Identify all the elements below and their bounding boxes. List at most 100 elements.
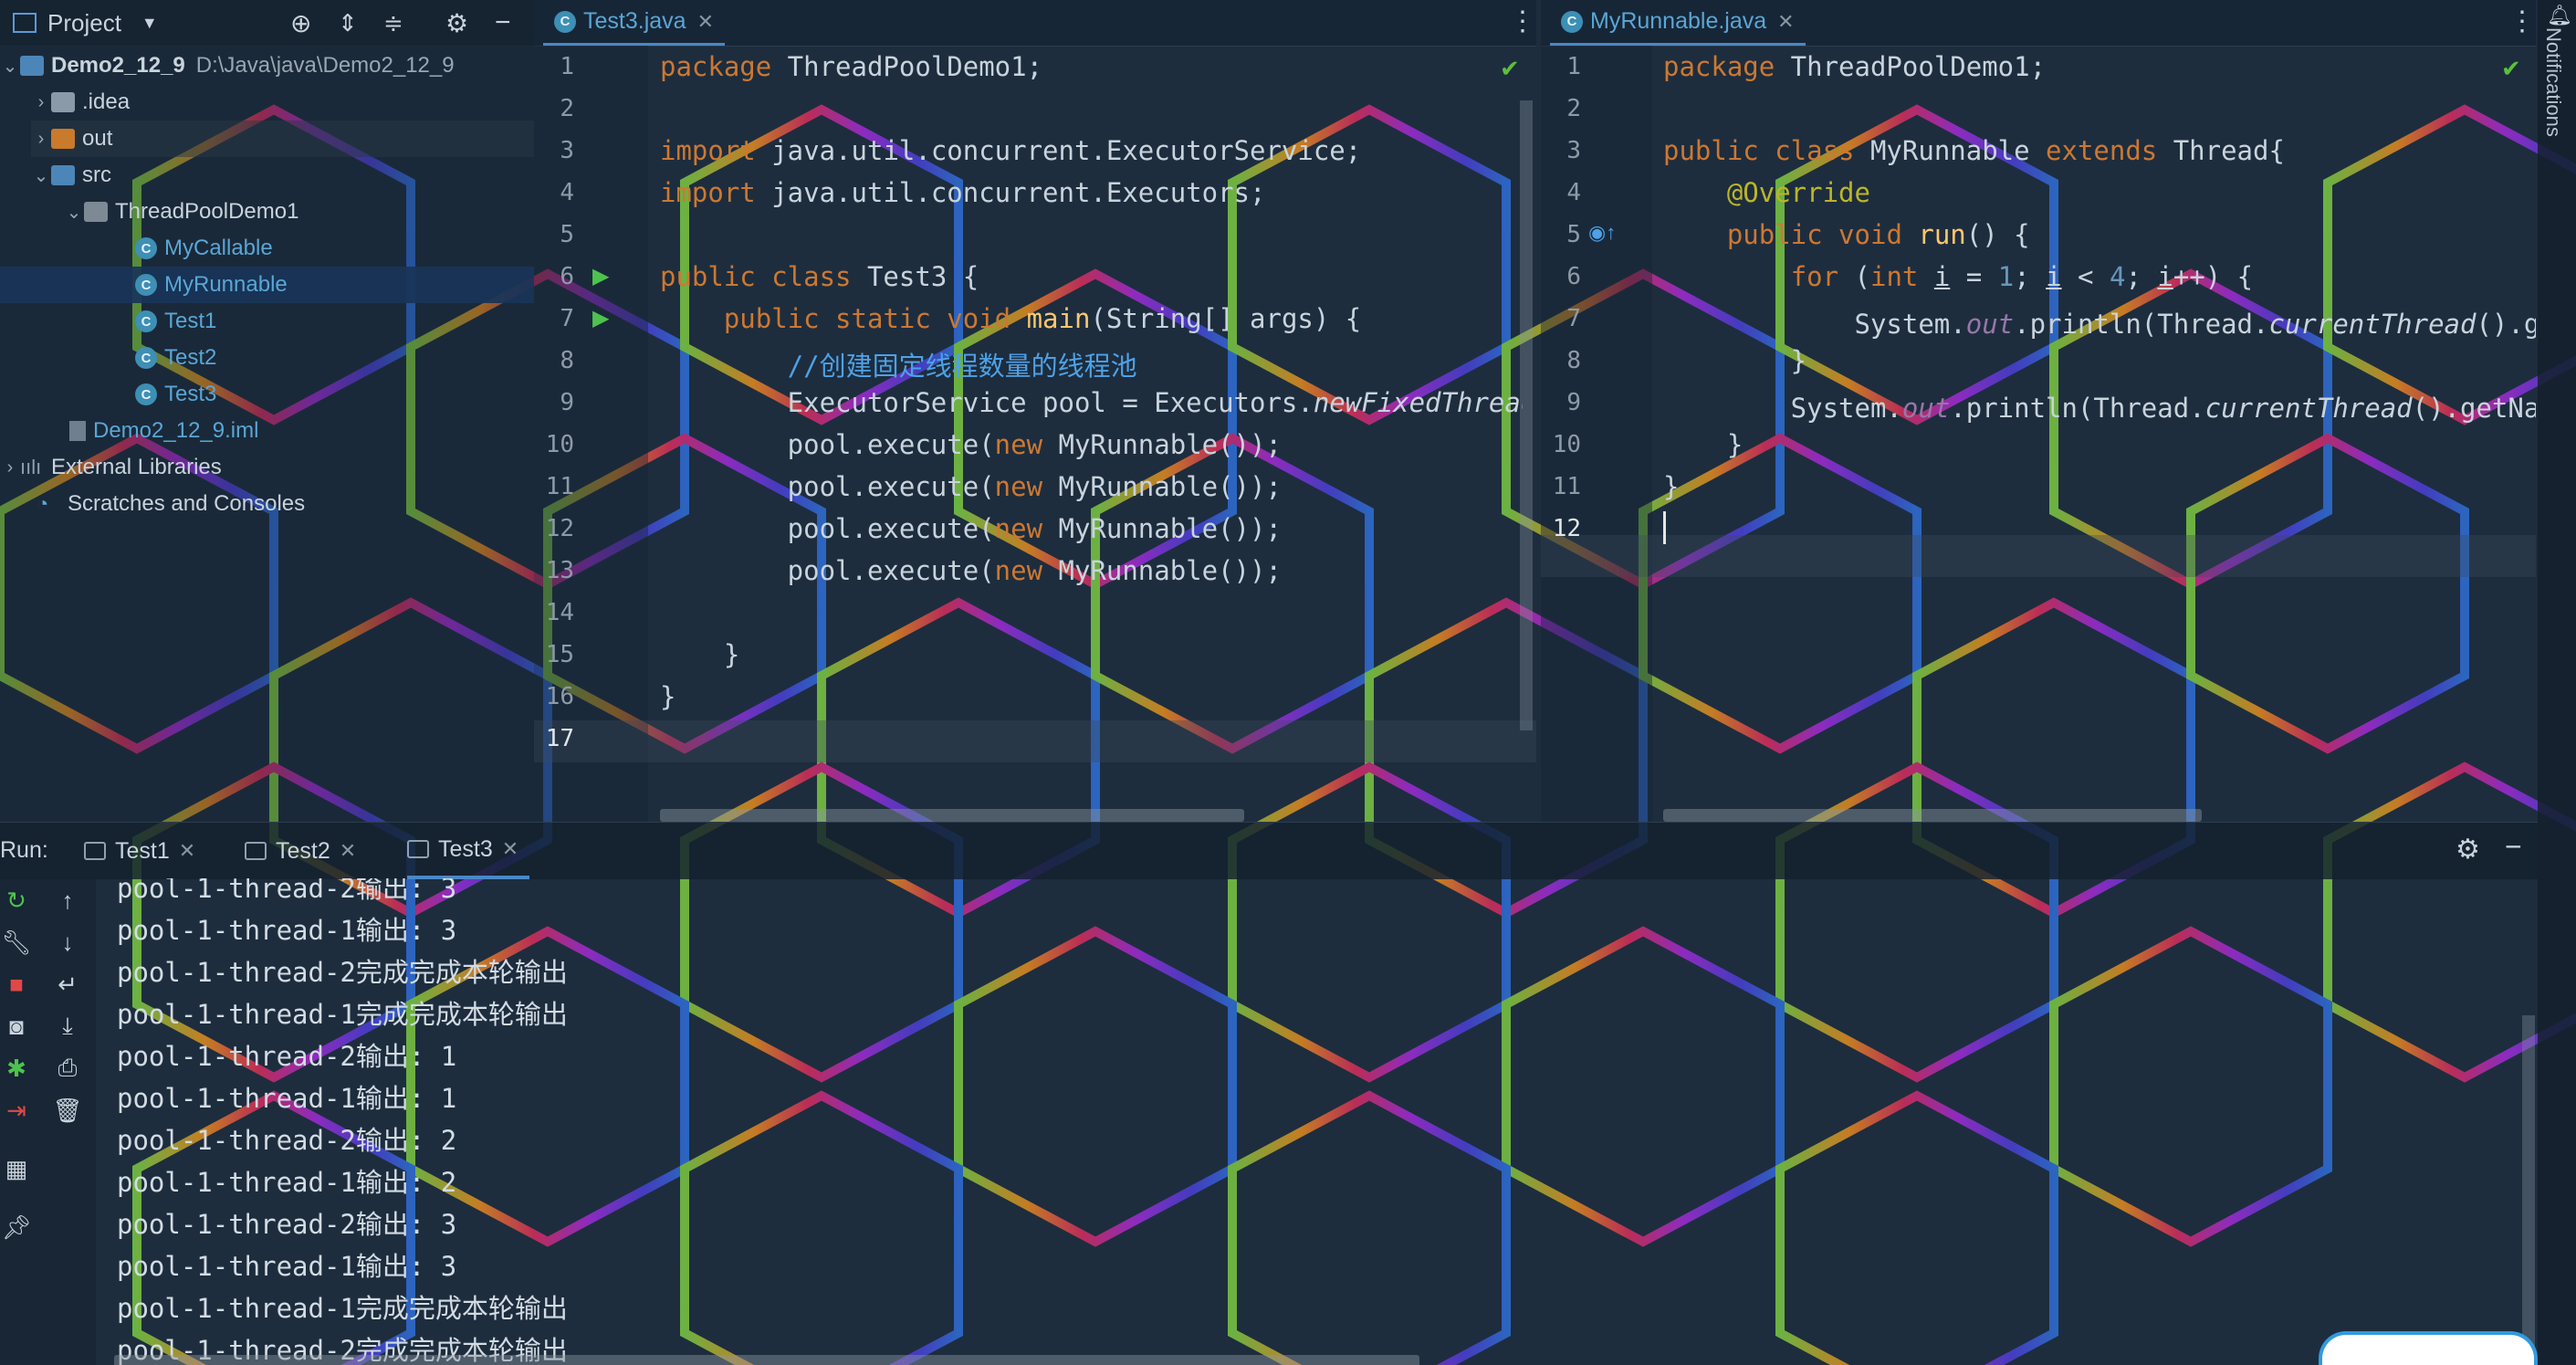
gear-icon[interactable]: ⚙: [2456, 834, 2480, 866]
tree-item-test2[interactable]: C Test2: [135, 340, 216, 376]
close-icon[interactable]: ✕: [179, 839, 195, 863]
code-line: package ThreadPoolDemo1;: [1663, 51, 2047, 82]
collapse-all-icon[interactable]: ≑: [383, 9, 403, 37]
chevron-right-icon[interactable]: ›: [31, 92, 51, 113]
scroll-to-end-icon[interactable]: ⤓: [51, 1010, 84, 1043]
line-number: 1: [560, 53, 574, 80]
run-gutter-icon[interactable]: ▶: [592, 263, 609, 289]
tree-item-label: Scratches and Consoles: [68, 491, 306, 516]
chevron-down-icon[interactable]: ⌄: [31, 164, 51, 187]
console-line: pool-1-thread-2输出: 3: [117, 1209, 457, 1240]
wrench-icon[interactable]: 🔧︎: [0, 926, 33, 959]
exit-icon[interactable]: ⇥: [0, 1094, 33, 1127]
editor-left[interactable]: 1 2 3 4 5 6 7 8 9 10 11 12 13 14 15 16 17 ✔ ▶ ▶ package …: [534, 46, 1536, 822]
camera-icon[interactable]: ◙: [0, 1010, 33, 1043]
pin-icon[interactable]: 📌︎: [0, 1211, 33, 1244]
line-number: 6: [1566, 263, 1581, 290]
line-number: 6: [560, 263, 574, 290]
run-tab-test2[interactable]: Test2 ✕: [245, 823, 356, 879]
source-folder-icon: [51, 165, 75, 185]
line-number: 9: [1566, 389, 1581, 416]
line-number: 12: [1552, 515, 1581, 542]
notifications-sidebar[interactable]: 🔔︎ Notifications: [2538, 0, 2576, 1365]
console-line: pool-1-thread-2完成完成本轮输出: [117, 957, 568, 988]
chevron-down-icon[interactable]: ▼: [141, 14, 158, 33]
class-icon: C: [554, 10, 576, 33]
arrow-down-icon[interactable]: ↓: [51, 926, 84, 959]
line-number: 11: [545, 473, 574, 500]
close-icon[interactable]: ✕: [340, 839, 356, 863]
runnable-class-icon: C: [135, 383, 157, 405]
close-icon[interactable]: ✕: [697, 10, 714, 34]
current-line-highlight: [1541, 535, 2536, 577]
chevron-down-icon[interactable]: ⌄: [64, 201, 84, 224]
minimize-icon[interactable]: −: [495, 7, 511, 38]
tab-myrunnable-java[interactable]: C MyRunnable.java ✕: [1550, 0, 1806, 46]
code-line: @Override: [1726, 177, 1870, 208]
tree-item-out[interactable]: › out: [31, 121, 534, 157]
chevron-right-icon[interactable]: ›: [0, 457, 20, 478]
code-line: pool.execute(new MyRunnable());: [660, 513, 1282, 544]
code-line: }: [1663, 471, 1680, 502]
line-number: 8: [560, 347, 574, 374]
trash-icon[interactable]: 🗑︎: [51, 1094, 84, 1127]
editor-right[interactable]: 1 2 3 4 5 6 7 8 9 10 11 12 ✔ ◉↑ package ThreadPoolD…: [1541, 46, 2536, 822]
horizontal-scrollbar[interactable]: [114, 1355, 1419, 1365]
vertical-scrollbar[interactable]: [1520, 100, 1533, 730]
tree-item-demo2_12_9[interactable]: ⌄ Demo2_12_9 D:\Java\java\Demo2_12_9: [0, 47, 455, 84]
stop-icon[interactable]: ■: [0, 968, 33, 1001]
close-icon[interactable]: ✕: [1777, 10, 1794, 34]
code-line: import java.util.concurrent.ExecutorServ…: [660, 135, 1362, 166]
run-gutter-icon[interactable]: ▶: [592, 305, 609, 331]
tree-item-threadpooldemo1[interactable]: ⌄ ThreadPoolDemo1: [64, 194, 299, 230]
tree-item-iml[interactable]: Demo2_12_9.iml: [69, 413, 258, 449]
tree-item-external-libraries[interactable]: › ıılı External Libraries: [0, 449, 222, 486]
expand-all-icon[interactable]: ⇕: [338, 9, 358, 37]
run-tab-test1[interactable]: Test1 ✕: [84, 823, 195, 879]
rerun-icon[interactable]: ↻: [0, 884, 33, 917]
line-number: 3: [1566, 137, 1581, 164]
more-options-icon[interactable]: ⋮: [1509, 5, 1536, 37]
notifications-label[interactable]: Notifications: [2541, 27, 2565, 137]
run-console-output[interactable]: pool-1-thread-2输出: 3 pool-1-thread-1输出: 3…: [96, 878, 2538, 1365]
run-tab-test3[interactable]: Test3 ✕: [407, 823, 530, 879]
tree-item-myrunnable[interactable]: C MyRunnable: [0, 267, 534, 303]
floating-widget[interactable]: [2319, 1331, 2538, 1365]
soft-wrap-icon[interactable]: ↵: [51, 968, 84, 1001]
print-icon[interactable]: ⎙: [51, 1052, 84, 1085]
line-number: 7: [560, 305, 574, 332]
horizontal-scrollbar[interactable]: [1663, 809, 2202, 822]
chevron-down-icon[interactable]: ⌄: [0, 55, 20, 78]
layout-icon[interactable]: ▦: [0, 1152, 33, 1185]
minimize-icon[interactable]: −: [2505, 830, 2522, 864]
gear-icon[interactable]: ⚙: [445, 8, 468, 38]
project-panel-title[interactable]: Project: [47, 9, 121, 37]
line-number: 4: [560, 179, 574, 206]
debug-icon[interactable]: ✱: [0, 1052, 33, 1085]
tree-item-test1[interactable]: C Test1: [135, 303, 216, 340]
runnable-class-icon: C: [135, 347, 157, 369]
console-line: pool-1-thread-1输出: 1: [117, 1083, 457, 1114]
line-number: 4: [1566, 179, 1581, 206]
tree-item-idea[interactable]: › .idea: [31, 84, 130, 121]
console-icon: [84, 842, 106, 860]
override-marker-icon[interactable]: ◉↑: [1588, 221, 1616, 245]
vertical-scrollbar[interactable]: [2522, 1015, 2535, 1365]
tree-item-scratches[interactable]: ◔ Scratches and Consoles: [37, 486, 305, 522]
console-line: pool-1-thread-1输出: 3: [117, 1251, 457, 1282]
tree-item-path: D:\Java\java\Demo2_12_9: [195, 53, 455, 78]
tab-test3-java[interactable]: C Test3.java ✕: [543, 0, 725, 46]
code-line: for (int i = 1; i < 4; i++) {: [1790, 261, 2254, 292]
locate-icon[interactable]: ⊕: [290, 8, 311, 38]
code-line: import java.util.concurrent.Executors;: [660, 177, 1266, 208]
arrow-up-icon[interactable]: ↑: [51, 884, 84, 917]
more-options-icon[interactable]: ⋮: [2508, 5, 2536, 37]
chevron-right-icon[interactable]: ›: [31, 129, 51, 150]
horizontal-scrollbar[interactable]: [660, 809, 1244, 822]
tree-item-src[interactable]: ⌄ src: [31, 157, 111, 194]
close-icon[interactable]: ✕: [502, 837, 518, 861]
tree-item-mycallable[interactable]: C MyCallable: [135, 230, 273, 267]
tree-item-test3[interactable]: C Test3: [135, 376, 216, 413]
code-line: //创建固定线程数量的线程池: [787, 351, 1137, 382]
bell-icon[interactable]: 🔔︎: [2547, 4, 2572, 27]
